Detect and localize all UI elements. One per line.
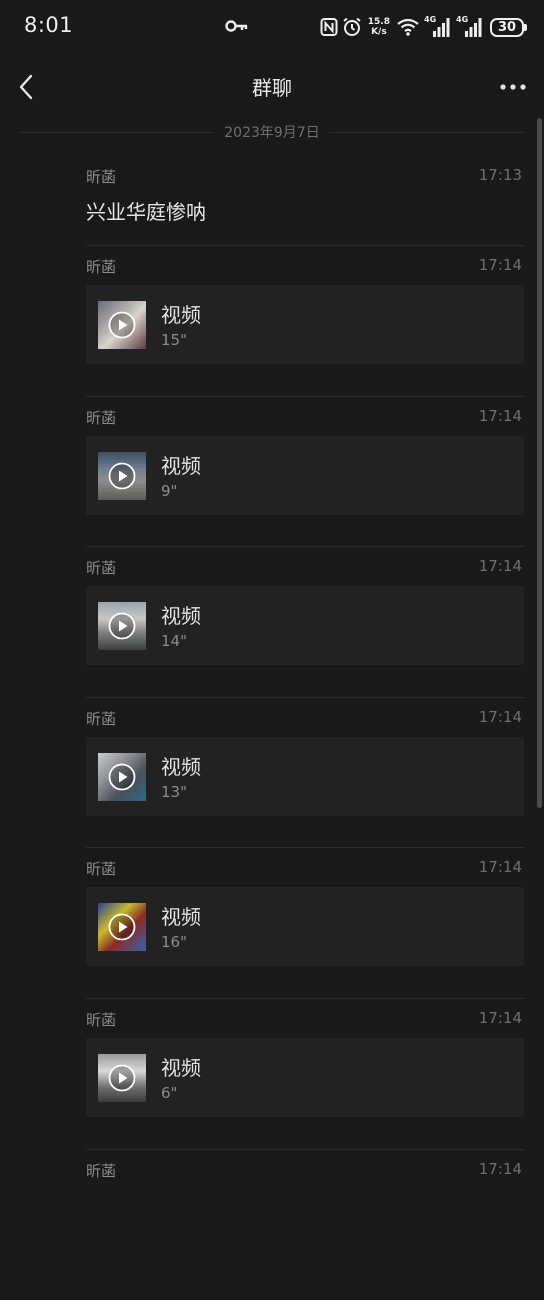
signal-bars-icon (465, 18, 482, 37)
battery-tip (524, 23, 527, 31)
message-item: 昕菡 17:14 (86, 1150, 524, 1300)
signal-2: 4G (456, 15, 484, 39)
status-time: 8:01 (24, 13, 74, 37)
message-time: 17:13 (478, 166, 522, 184)
status-icons: 15.8 K/s 4G 4G 30 (320, 14, 527, 40)
play-icon (108, 763, 136, 791)
play-icon (108, 612, 136, 640)
sender-name: 昕菡 (86, 559, 117, 578)
message-item: 昕菡 17:14 视频 13" (86, 698, 524, 849)
message-time: 17:14 (478, 707, 522, 726)
video-label: 视频 (161, 604, 201, 629)
video-duration: 15" (161, 331, 187, 349)
video-card[interactable]: 视频 16" (86, 887, 524, 967)
signal-bars-icon (433, 18, 450, 37)
date-label: 2023年9月7日 (214, 122, 330, 142)
video-thumbnail[interactable] (98, 451, 146, 500)
wifi-icon (397, 18, 419, 36)
video-card[interactable]: 视频 15" (86, 285, 524, 364)
video-thumbnail[interactable] (98, 602, 146, 651)
sender-name: 昕菡 (86, 709, 117, 728)
signal-1: 4G (424, 15, 452, 39)
video-duration: 9" (161, 481, 178, 500)
sender-name: 昕菡 (86, 258, 117, 276)
video-label: 视频 (161, 453, 201, 478)
play-icon (108, 462, 136, 489)
play-icon (108, 1064, 136, 1092)
more-options-button[interactable] (496, 74, 530, 100)
page-title: 群聊 (252, 76, 292, 100)
video-thumbnail[interactable] (98, 903, 146, 952)
video-label: 视频 (161, 1055, 201, 1080)
message-item: 昕菡 17:14 视频 14" (86, 547, 524, 698)
message-text: 兴业华庭惨呐 (86, 200, 206, 224)
sender-name: 昕菡 (86, 1161, 117, 1180)
video-label: 视频 (161, 303, 201, 327)
message-time: 17:14 (478, 557, 522, 576)
message-list: 昕菡 17:13 兴业华庭惨呐 昕菡 17:14 视频 15" 昕菡 17:14 (86, 156, 524, 1300)
video-duration: 16" (161, 933, 187, 952)
status-bar: 8:01 15.8 K/s 4G 4G 30 (0, 0, 544, 54)
sender-name: 昕菡 (86, 408, 117, 427)
video-card[interactable]: 视频 13" (86, 736, 524, 816)
message-time: 17:14 (478, 256, 522, 274)
message-item: 昕菡 17:14 视频 6" (86, 999, 524, 1150)
video-card[interactable]: 视频 14" (86, 586, 524, 666)
sender-name: 昕菡 (86, 1010, 117, 1029)
video-duration: 6" (161, 1083, 178, 1102)
nav-bar: 群聊 (0, 54, 544, 120)
message-time: 17:14 (478, 406, 522, 425)
video-card[interactable]: 视频 6" (86, 1037, 524, 1117)
message-time: 17:14 (478, 858, 522, 877)
net-speed: 15.8 K/s (368, 17, 390, 37)
video-card[interactable]: 视频 9" (86, 435, 524, 515)
battery-icon: 30 (490, 17, 527, 37)
sender-name: 昕菡 (86, 168, 117, 186)
message-item: 昕菡 17:14 视频 15" (86, 246, 524, 397)
play-icon (108, 311, 136, 339)
message-item: 昕菡 17:13 兴业华庭惨呐 (86, 156, 524, 246)
net-speed-value: 15.8 (367, 17, 390, 27)
video-duration: 14" (161, 632, 187, 651)
alarm-icon (343, 17, 361, 36)
message-time: 17:14 (478, 1159, 522, 1178)
key-icon (225, 20, 248, 32)
date-divider: 2023年9月7日 (20, 122, 524, 144)
video-thumbnail[interactable] (98, 1053, 146, 1102)
video-thumbnail[interactable] (98, 752, 146, 801)
video-label: 视频 (161, 905, 201, 930)
video-label: 视频 (161, 754, 201, 779)
message-item: 昕菡 17:14 视频 16" (86, 848, 524, 999)
message-time: 17:14 (478, 1008, 522, 1027)
video-duration: 13" (161, 782, 187, 801)
battery-level: 30 (497, 19, 517, 35)
video-thumbnail[interactable] (98, 301, 146, 349)
sender-name: 昕菡 (86, 860, 117, 879)
nfc-icon (320, 18, 338, 36)
message-item: 昕菡 17:14 视频 9" (86, 397, 524, 548)
scrollbar[interactable] (537, 118, 542, 808)
play-icon (108, 913, 136, 941)
net-speed-unit: K/s (371, 27, 387, 37)
